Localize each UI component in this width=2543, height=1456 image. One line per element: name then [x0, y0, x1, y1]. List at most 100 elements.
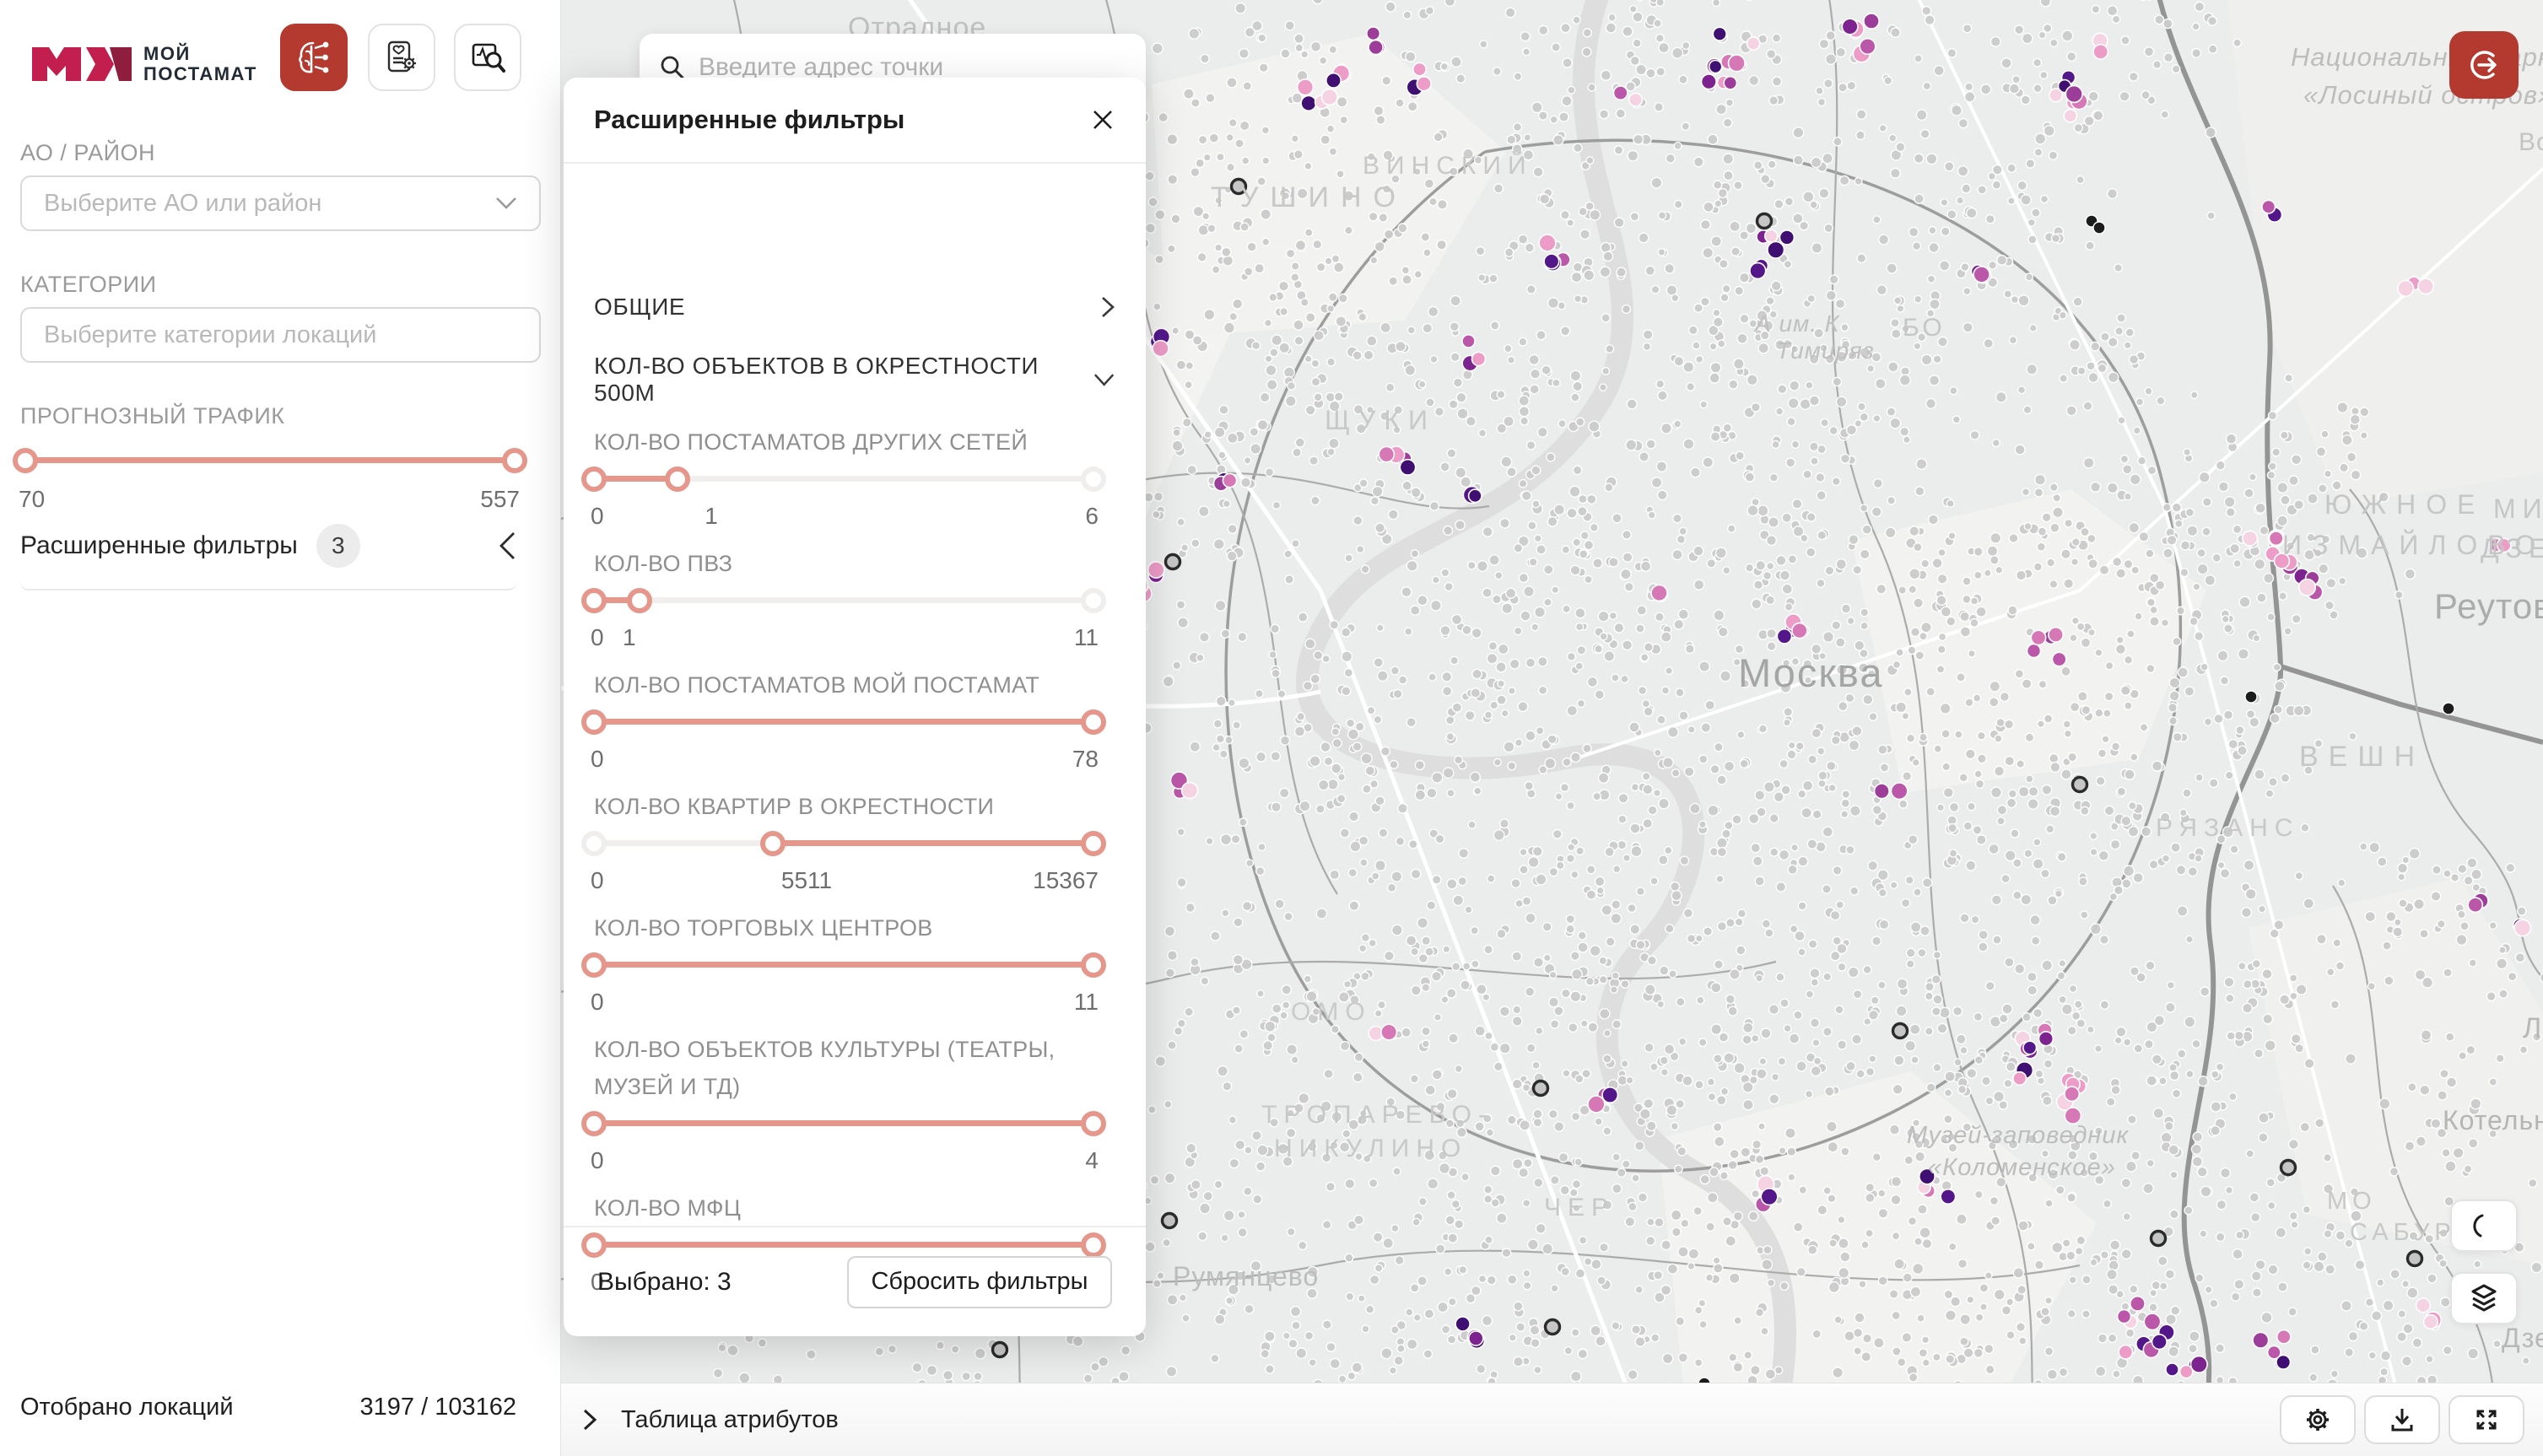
slider-min-value: 0 — [591, 1147, 604, 1174]
map-place-label: Лю — [2523, 1012, 2543, 1045]
slider-label: КОЛ-ВО ПОСТАМАТОВ МОЙ ПОСТАМАТ — [594, 666, 1100, 704]
range-slider[interactable]: 0 4 — [594, 1112, 1093, 1186]
map-place-label: РЯЗАНС — [2156, 814, 2299, 843]
slider-max-value: 15367 — [1033, 867, 1099, 894]
map-layers-button[interactable] — [2450, 1272, 2518, 1324]
ai-analysis-button[interactable] — [280, 24, 348, 91]
slider-to-handle[interactable] — [665, 466, 690, 492]
slider-max-value: 11 — [1074, 624, 1099, 651]
categories-placeholder: Выберите категории локаций — [44, 321, 376, 349]
map-settings-button[interactable] — [2280, 1395, 2356, 1444]
traffic-slider-min-handle[interactable] — [13, 448, 38, 473]
chevron-right-icon — [582, 1408, 597, 1432]
range-slider[interactable]: 0 153675511 — [594, 832, 1093, 906]
slider-to-handle[interactable] — [1081, 709, 1106, 735]
advanced-filters-toggle[interactable]: Расширенные фильтры 3 — [20, 521, 516, 570]
slider-label: КОЛ-ВО КВАРТИР В ОКРЕСТНОСТИ — [594, 788, 1100, 825]
section-general[interactable]: ОБЩИЕ — [594, 280, 1115, 334]
slider-label: КОЛ-ВО ТОРГОВЫХ ЦЕНТРОВ — [594, 909, 1100, 946]
slider-to-handle[interactable] — [1081, 1111, 1106, 1136]
waveform-search-icon — [468, 38, 507, 77]
export-download-button[interactable] — [2364, 1395, 2440, 1444]
logout-icon — [2465, 46, 2503, 84]
slider-from-handle[interactable] — [581, 952, 607, 978]
range-slider[interactable]: 0 11 — [594, 953, 1093, 1027]
map-place-label: ЩУКИ — [1325, 405, 1436, 436]
map-place-label: ЧЕР — [1544, 1194, 1615, 1222]
slider-to-handle[interactable] — [627, 588, 652, 613]
slider-from-handle[interactable] — [581, 588, 607, 613]
modal-title: Расширенные фильтры — [594, 105, 904, 135]
attribute-table-label: Таблица атрибутов — [621, 1406, 839, 1434]
traffic-max-value: 557 — [480, 486, 520, 513]
map-place-label: Музей-заповедник — [1907, 1122, 2129, 1150]
selected-locations-row: Отобрано локаций 3197 / 103162 — [20, 1394, 516, 1421]
map-place-label: ВЕШН — [2299, 741, 2425, 774]
map-place-label: Румянцево — [1173, 1261, 1319, 1292]
slider-label: КОЛ-ВО ПВЗ — [594, 545, 1100, 582]
slider-min-value: 0 — [591, 867, 604, 894]
logo-mark-icon — [32, 40, 132, 88]
traffic-label: ПРОГНОЗНЫЙ ТРАФИК — [20, 403, 285, 429]
advanced-filters-divider — [20, 582, 516, 590]
slider-label: КОЛ-ВО ОБЪЕКТОВ КУЛЬТУРЫ (ТЕАТРЫ, МУЗЕЙ … — [594, 1031, 1100, 1105]
section-general-label: ОБЩИЕ — [594, 294, 685, 321]
fullscreen-button[interactable] — [2449, 1395, 2524, 1444]
download-icon — [2387, 1405, 2417, 1435]
slider-from-handle[interactable] — [581, 709, 607, 735]
chevron-down-icon — [1093, 372, 1115, 387]
modal-footer: Выбрано: 3 Сбросить фильтры — [564, 1226, 1146, 1336]
map-place-label: Дзерж — [2502, 1323, 2543, 1354]
logout-button[interactable] — [2449, 31, 2519, 99]
map-place-label: МО — [2327, 1188, 2377, 1216]
map-place-label: НИКУЛИНО — [1274, 1135, 1467, 1163]
map-place-label: ТУШИНО — [1211, 181, 1407, 214]
map-place-label: ДЗЕР — [2481, 533, 2543, 564]
slider-to-handle[interactable] — [1081, 831, 1106, 856]
ao-district-label: АО / РАЙОН — [20, 140, 155, 166]
slider-label: КОЛ-ВО ПОСТАМАТОВ ДРУГИХ СЕТЕЙ — [594, 423, 1100, 461]
map-place-label: Восто — [2519, 128, 2543, 157]
report-settings-button[interactable] — [368, 24, 435, 91]
diagnostics-search-button[interactable] — [454, 24, 521, 91]
map-place-label: А им. К — [1755, 310, 1839, 337]
slider-label: КОЛ-ВО МФЦ — [594, 1189, 1100, 1227]
range-slider[interactable]: 0 61 — [594, 467, 1093, 542]
range-slider[interactable]: 0 78 — [594, 710, 1093, 785]
slider-max-value: 11 — [1074, 989, 1099, 1016]
advanced-filters-label: Расширенные фильтры — [20, 531, 298, 560]
slider-to-handle[interactable] — [1081, 952, 1106, 978]
traffic-slider[interactable]: 70 557 — [24, 447, 516, 523]
document-gear-icon — [382, 38, 421, 77]
range-slider[interactable]: 0 111 — [594, 589, 1093, 663]
modal-header: Расширенные фильтры — [564, 78, 1146, 164]
attribute-table-toggle[interactable]: Таблица атрибутов — [582, 1406, 839, 1434]
slider-from-handle[interactable] — [760, 831, 786, 856]
traffic-slider-max-handle[interactable] — [502, 448, 527, 473]
advanced-filters-badge: 3 — [316, 524, 360, 568]
slider-max-value: 6 — [1085, 503, 1099, 530]
map-loading-button[interactable] — [2450, 1200, 2518, 1252]
section-objects-500m[interactable]: КОЛ-ВО ОБЪЕКТОВ В ОКРЕСТНОСТИ 500М — [594, 353, 1115, 407]
close-icon[interactable] — [1090, 107, 1115, 132]
map-place-label: БО — [1903, 314, 1946, 342]
reset-filters-button[interactable]: Сбросить фильтры — [847, 1256, 1112, 1308]
categories-select[interactable]: Выберите категории локаций — [20, 307, 541, 363]
slider-from-handle[interactable] — [581, 466, 607, 492]
selected-locations-label: Отобрано локаций — [20, 1394, 234, 1421]
gear-icon — [2303, 1405, 2333, 1435]
search-icon — [660, 55, 685, 80]
map-place-label: МИК — [2493, 493, 2543, 525]
ao-district-select[interactable]: Выберите АО или район — [20, 175, 541, 231]
chevron-left-icon — [498, 531, 516, 560]
categories-label: КАТЕГОРИИ — [20, 272, 157, 298]
slider-ghost-handle — [1081, 466, 1106, 492]
selected-count: Выбрано: 3 — [597, 1268, 732, 1297]
slider-min-value: 0 — [591, 746, 604, 773]
slider-ghost-handle — [1081, 588, 1106, 613]
fullscreen-icon — [2471, 1405, 2502, 1435]
slider-max-value: 4 — [1085, 1147, 1099, 1174]
slider-from-handle[interactable] — [581, 1111, 607, 1136]
map-place-label: Москва — [1738, 650, 1883, 696]
slider-min-value: 0 — [591, 624, 604, 651]
